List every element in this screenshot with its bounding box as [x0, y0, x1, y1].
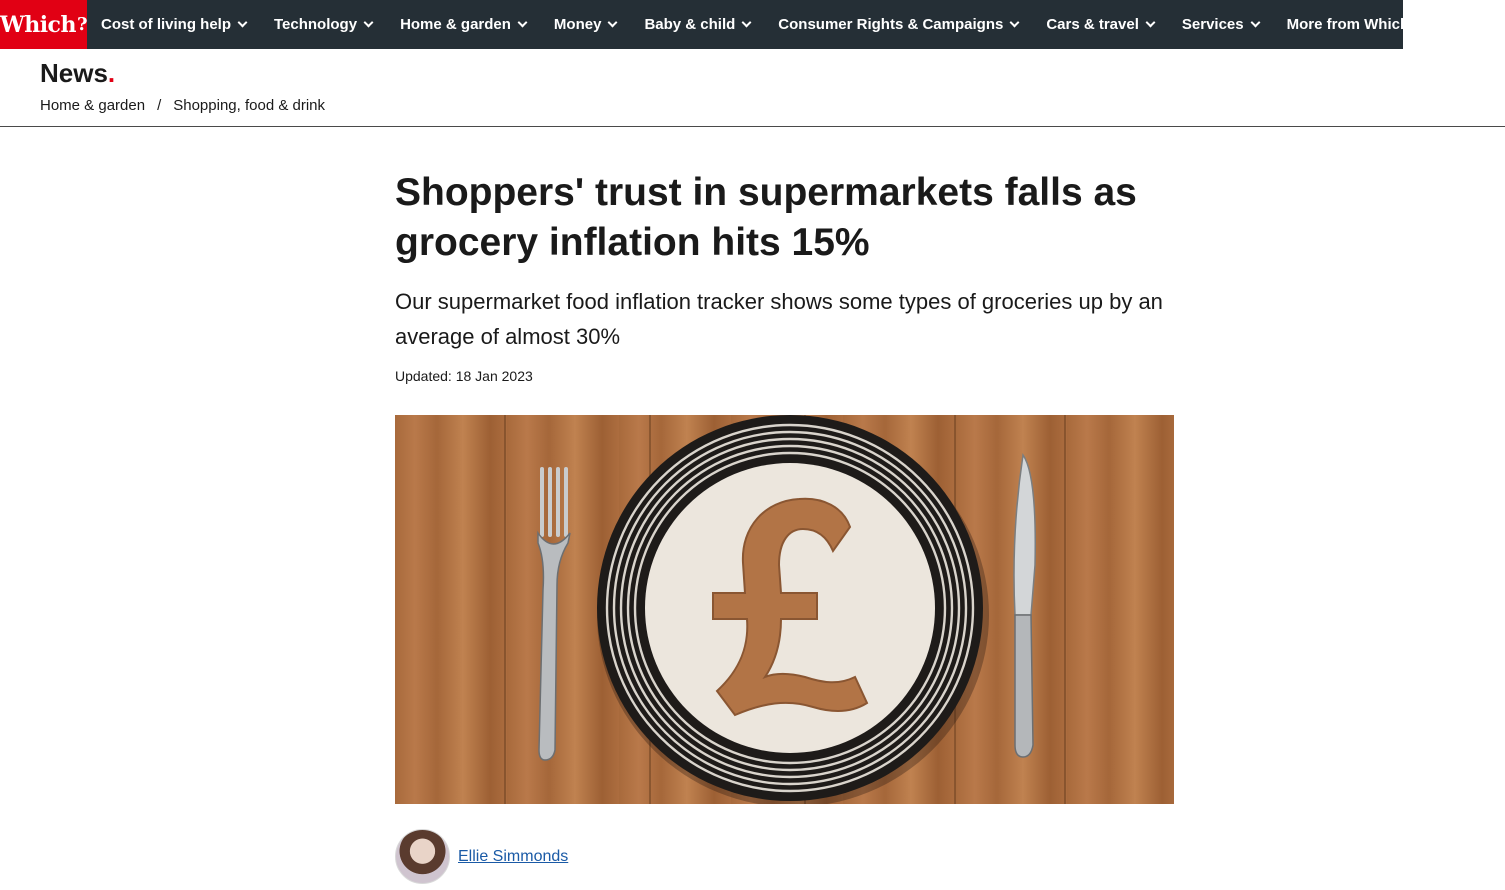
nav-item-cost-of-living[interactable]: Cost of living help: [87, 0, 260, 49]
nav-item-technology[interactable]: Technology: [260, 0, 386, 49]
hero-image: [395, 415, 1174, 804]
nav-item-services[interactable]: Services: [1168, 0, 1273, 49]
chevron-down-icon: [741, 17, 752, 28]
nav-label: Money: [553, 16, 602, 33]
article-headline: Shoppers' trust in supermarkets falls as…: [395, 171, 1137, 264]
nav-label: Services: [1181, 16, 1244, 33]
chevron-down-icon: [1250, 17, 1261, 28]
chevron-down-icon: [1424, 17, 1435, 28]
section-title-dot: .: [107, 58, 116, 88]
nav-label: Cost of living help: [101, 16, 231, 33]
chevron-down-icon: [1009, 17, 1020, 28]
main-nav-bar: Which? Cost of living help Technology Ho…: [0, 0, 1435, 49]
nav-label: Home & garden: [400, 16, 511, 33]
chevron-down-icon: [237, 17, 248, 28]
nav-item-home-garden[interactable]: Home & garden: [386, 0, 540, 49]
nav-label: Technology: [274, 16, 358, 33]
nav-item-more-from-which[interactable]: More from Which?: [1273, 0, 1448, 49]
nav-item-cars-travel[interactable]: Cars & travel: [1032, 0, 1168, 49]
author-name-link[interactable]: Ellie Simmonds: [458, 848, 568, 866]
section-title[interactable]: News.: [40, 58, 115, 89]
breadcrumb: Home & garden / Shopping, food & drink: [40, 97, 325, 114]
nav-label: Cars & travel: [1046, 16, 1139, 33]
nav-label: Consumer Rights & Campaigns: [778, 16, 1004, 33]
article-standfirst: Our supermarket food inflation tracker s…: [395, 289, 1163, 349]
nav-label: Baby & child: [644, 16, 736, 33]
section-title-text: News: [40, 58, 108, 88]
breadcrumb-home-garden[interactable]: Home & garden: [40, 97, 145, 114]
header-divider: [0, 126, 1505, 127]
logo-mark: ?: [76, 14, 88, 35]
knife-icon: [1013, 453, 1036, 758]
avatar[interactable]: [395, 829, 450, 884]
nav-item-baby-child[interactable]: Baby & child: [630, 0, 764, 49]
fork-icon: [537, 467, 571, 761]
chevron-down-icon: [1145, 17, 1156, 28]
top-navigation: Which? Cost of living help Technology Ho…: [0, 0, 1505, 49]
nav-item-consumer-rights[interactable]: Consumer Rights & Campaigns: [764, 0, 1032, 49]
author-byline: Ellie Simmonds: [395, 829, 568, 884]
chevron-down-icon: [363, 17, 374, 28]
nav-item-money[interactable]: Money: [540, 0, 631, 49]
plate-illustration: [504, 415, 1066, 804]
breadcrumb-shopping-food-drink[interactable]: Shopping, food & drink: [173, 97, 325, 114]
breadcrumb-separator: /: [157, 97, 162, 114]
article-updated-date: Updated: 18 Jan 2023: [395, 368, 533, 384]
which-logo[interactable]: Which?: [0, 0, 88, 49]
chevron-down-icon: [607, 17, 618, 28]
logo-text: Which: [0, 11, 76, 38]
chevron-down-icon: [517, 17, 528, 28]
nav-label: More from Which?: [1286, 16, 1419, 33]
